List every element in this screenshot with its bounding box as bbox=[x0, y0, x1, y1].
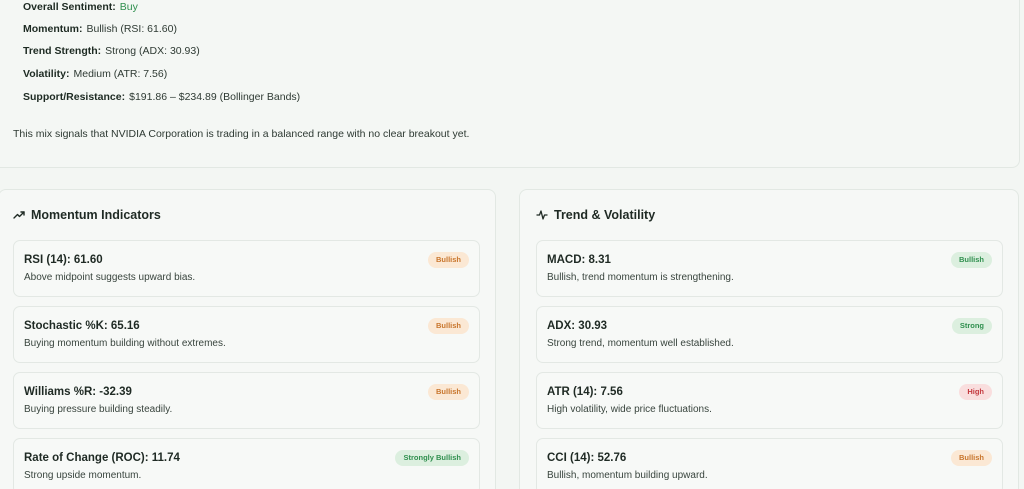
indicator-title: RSI (14): 61.60 bbox=[24, 254, 103, 266]
indicator-card-stochastic[interactable]: Stochastic %K: 65.16 Buying momentum bui… bbox=[13, 306, 480, 363]
activity-pulse-icon bbox=[536, 210, 548, 220]
summary-key: Trend Strength: bbox=[23, 45, 102, 57]
trend-panel-header: Trend & Volatility bbox=[536, 208, 655, 222]
summary-key: Support/Resistance: bbox=[23, 91, 126, 103]
summary-key: Momentum: bbox=[23, 23, 83, 35]
indicator-card-adx[interactable]: ADX: 30.93 Strong trend, momentum well e… bbox=[536, 306, 1003, 363]
summary-value: $191.86 – $234.89 (Bollinger Bands) bbox=[129, 91, 301, 103]
indicator-title: Williams %R: -32.39 bbox=[24, 386, 132, 398]
indicator-card-rsi[interactable]: RSI (14): 61.60 Above midpoint suggests … bbox=[13, 240, 480, 297]
indicator-card-atr[interactable]: ATR (14): 7.56 High volatility, wide pri… bbox=[536, 372, 1003, 429]
indicator-title: Rate of Change (ROC): 11.74 bbox=[24, 452, 180, 464]
summary-value: Medium (ATR: 7.56) bbox=[73, 68, 168, 80]
summary-value: Buy bbox=[119, 1, 138, 13]
summary-momentum: Momentum: Bullish (RSI: 61.60) bbox=[23, 22, 177, 36]
indicator-description: Buying pressure building steadily. bbox=[24, 404, 173, 415]
summary-support-resistance: Support/Resistance: $191.86 – $234.89 (Bo… bbox=[23, 90, 300, 104]
indicator-title: ADX: 30.93 bbox=[547, 320, 608, 332]
indicator-description: Buying momentum building without extreme… bbox=[24, 338, 226, 349]
momentum-panel: Momentum Indicators RSI (14): 61.60 Abov… bbox=[0, 189, 496, 489]
trend-volatility-panel: Trend & Volatility MACD: 8.31 Bullish, t… bbox=[519, 189, 1019, 489]
indicator-description: Above midpoint suggests upward bias. bbox=[24, 272, 196, 283]
status-badge: Bullish bbox=[427, 384, 469, 400]
indicator-description: Strong trend, momentum well established. bbox=[547, 338, 734, 349]
indicator-description: Strong upside momentum. bbox=[24, 470, 142, 481]
momentum-panel-header: Momentum Indicators bbox=[13, 208, 161, 222]
status-badge: Strong bbox=[951, 318, 992, 334]
summary-conclusion: This mix signals that NVIDIA Corporation… bbox=[13, 128, 470, 140]
summary-overall-sentiment: Overall Sentiment: Buy bbox=[23, 0, 138, 14]
summary-value: Strong (ADX: 30.93) bbox=[105, 45, 200, 57]
indicator-card-macd[interactable]: MACD: 8.31 Bullish, trend momentum is st… bbox=[536, 240, 1003, 297]
status-badge: Bullish bbox=[427, 318, 469, 334]
indicator-card-williams[interactable]: Williams %R: -32.39 Buying pressure buil… bbox=[13, 372, 480, 429]
summary-value: Bullish (RSI: 61.60) bbox=[86, 23, 177, 35]
indicator-title: MACD: 8.31 bbox=[547, 254, 611, 266]
trending-up-icon bbox=[13, 211, 25, 219]
summary-card: Overall Sentiment: Buy Momentum: Bullish (… bbox=[0, 0, 1020, 168]
status-badge: Strongly Bullish bbox=[395, 450, 469, 466]
status-badge: Bullish bbox=[427, 252, 469, 268]
summary-trend-strength: Trend Strength: Strong (ADX: 30.93) bbox=[23, 44, 200, 58]
indicator-title: ATR (14): 7.56 bbox=[547, 386, 623, 398]
indicator-description: Bullish, trend momentum is strengthening… bbox=[547, 272, 734, 283]
summary-key: Overall Sentiment: bbox=[23, 1, 116, 13]
indicator-description: High volatility, wide price fluctuations… bbox=[547, 404, 712, 415]
status-badge: Bullish bbox=[950, 252, 992, 268]
status-badge: High bbox=[959, 384, 992, 400]
summary-key: Volatility: bbox=[23, 68, 70, 80]
indicator-card-cci[interactable]: CCI (14): 52.76 Bullish, momentum buildi… bbox=[536, 438, 1003, 489]
indicator-title: CCI (14): 52.76 bbox=[547, 452, 627, 464]
indicator-description: Bullish, momentum building upward. bbox=[547, 470, 708, 481]
status-badge: Bullish bbox=[950, 450, 992, 466]
summary-volatility: Volatility: Medium (ATR: 7.56) bbox=[23, 67, 167, 81]
indicator-title: Stochastic %K: 65.16 bbox=[24, 320, 140, 332]
indicator-card-roc[interactable]: Rate of Change (ROC): 11.74 Strong upsid… bbox=[13, 438, 480, 489]
panel-title: Trend & Volatility bbox=[554, 208, 656, 222]
panel-title: Momentum Indicators bbox=[31, 208, 161, 222]
